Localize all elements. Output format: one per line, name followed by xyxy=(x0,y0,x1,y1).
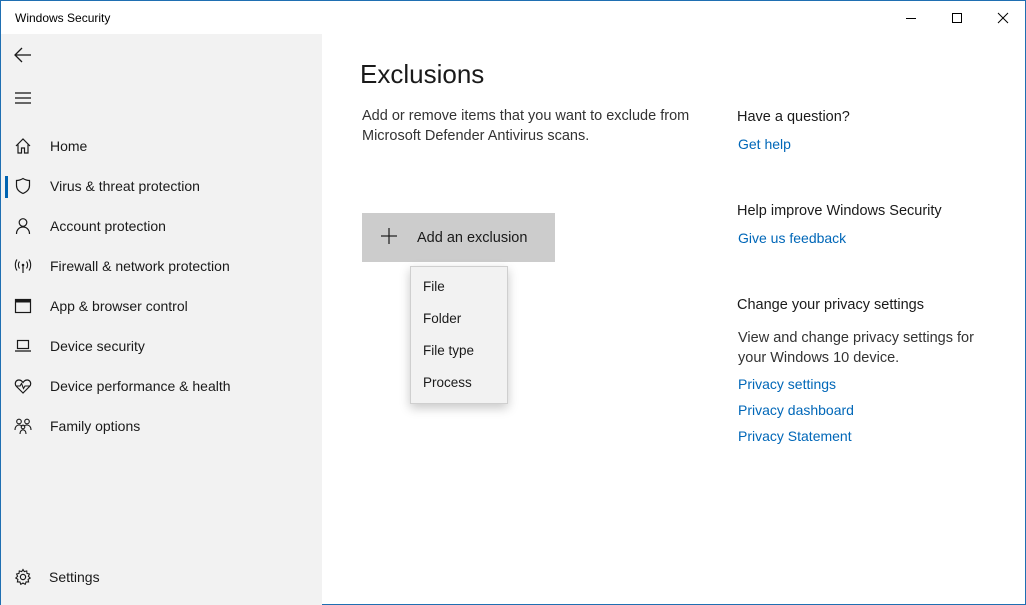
sidebar-item-firewall-network-protection[interactable]: Firewall & network protection xyxy=(1,246,322,286)
sidebar-item-home[interactable]: Home xyxy=(1,126,322,166)
sidebar-item-label: Device security xyxy=(50,338,145,354)
close-button[interactable] xyxy=(980,1,1026,34)
sidebar-item-label: Family options xyxy=(50,418,141,434)
privacy-statement-link[interactable]: Privacy Statement xyxy=(738,428,852,444)
window-title: Windows Security xyxy=(15,11,111,25)
gear-icon xyxy=(13,567,33,587)
laptop-icon xyxy=(13,336,33,356)
sidebar-item-label: Home xyxy=(50,138,88,154)
privacy-settings-link[interactable]: Privacy settings xyxy=(738,376,836,392)
question-heading: Have a question? xyxy=(737,109,850,125)
add-exclusion-label: Add an exclusion xyxy=(417,230,528,246)
shield-icon xyxy=(13,176,33,196)
sidebar-item-device-performance-health[interactable]: Device performance & health xyxy=(1,366,322,406)
home-icon xyxy=(13,136,33,156)
person-icon xyxy=(13,216,33,236)
sidebar-item-label: Settings xyxy=(49,569,100,585)
sidebar-item-label: Account protection xyxy=(50,218,166,234)
get-help-link[interactable]: Get help xyxy=(738,136,791,152)
app-window: Windows Security Home Virus & threat pro… xyxy=(0,0,1026,605)
sidebar-item-label: Firewall & network protection xyxy=(50,258,230,274)
minimize-icon xyxy=(906,17,916,19)
privacy-heading: Change your privacy settings xyxy=(737,297,924,313)
title-bar: Windows Security xyxy=(1,1,1025,34)
add-exclusion-button[interactable]: Add an exclusion xyxy=(362,213,555,262)
minimize-button[interactable] xyxy=(888,1,934,34)
improve-heading: Help improve Windows Security xyxy=(737,203,942,219)
antenna-icon xyxy=(13,256,33,276)
browser-window-icon xyxy=(13,296,33,316)
family-icon xyxy=(13,416,33,436)
active-indicator xyxy=(5,176,8,198)
privacy-description: View and change privacy settings for you… xyxy=(738,330,974,366)
menu-item-file-type[interactable]: File type xyxy=(423,343,474,358)
sidebar-item-label: App & browser control xyxy=(50,298,188,314)
hamburger-menu-icon xyxy=(15,92,31,104)
sidebar-item-label: Device performance & health xyxy=(50,378,231,394)
exclusion-type-menu: File Folder File type Process xyxy=(410,266,508,404)
maximize-icon xyxy=(952,12,962,23)
sidebar: Home Virus & threat protection Account p… xyxy=(1,34,322,605)
heart-pulse-icon xyxy=(13,376,33,396)
page-description: Add or remove items that you want to exc… xyxy=(362,108,690,144)
sidebar-item-label: Virus & threat protection xyxy=(50,178,200,194)
sidebar-item-device-security[interactable]: Device security xyxy=(1,326,322,366)
sidebar-item-app-browser-control[interactable]: App & browser control xyxy=(1,286,322,326)
sidebar-item-family-options[interactable]: Family options xyxy=(1,406,322,446)
back-button[interactable] xyxy=(11,43,35,67)
menu-item-process[interactable]: Process xyxy=(423,375,472,390)
give-feedback-link[interactable]: Give us feedback xyxy=(738,230,846,246)
menu-item-file[interactable]: File xyxy=(423,279,445,294)
back-arrow-icon xyxy=(14,47,31,63)
sidebar-item-settings[interactable]: Settings xyxy=(1,557,322,597)
plus-icon xyxy=(381,228,397,244)
page-title: Exclusions xyxy=(360,59,485,89)
sidebar-item-account-protection[interactable]: Account protection xyxy=(1,206,322,246)
privacy-dashboard-link[interactable]: Privacy dashboard xyxy=(738,402,854,418)
menu-item-folder[interactable]: Folder xyxy=(423,311,461,326)
sidebar-item-virus-threat-protection[interactable]: Virus & threat protection xyxy=(1,166,322,206)
menu-button[interactable] xyxy=(11,86,35,110)
maximize-button[interactable] xyxy=(934,1,980,34)
close-icon xyxy=(997,12,1009,23)
